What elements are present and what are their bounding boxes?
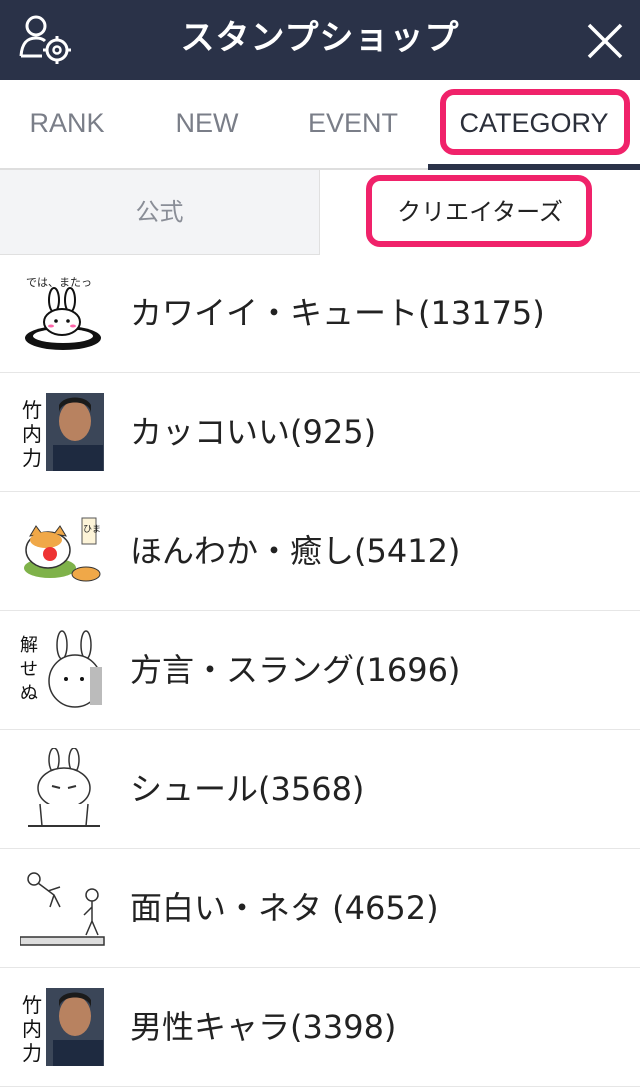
thumb-text-char-2: 内 bbox=[22, 1017, 42, 1041]
category-label: カワイイ・キュート(13175) bbox=[130, 294, 545, 332]
cats-sticker-icon: ひま bbox=[24, 517, 101, 582]
category-label: 男性キャラ(3398) bbox=[130, 1008, 397, 1046]
thumb-text: ひま bbox=[83, 524, 101, 535]
category-row-healing[interactable]: ひま ほんわか・癒し(5412) bbox=[0, 492, 640, 611]
thumb-text-char-3: 力 bbox=[22, 1041, 42, 1065]
close-icon[interactable] bbox=[586, 22, 624, 60]
thumb-text-char-1: 竹 bbox=[22, 398, 42, 422]
tab-rank[interactable]: RANK bbox=[0, 80, 134, 168]
highlight-frame-creators bbox=[366, 175, 592, 247]
thumb-text-char-1: 解 bbox=[20, 635, 38, 656]
man-photo-sticker-icon: 竹 内 力 bbox=[22, 988, 104, 1066]
page-title: スタンプショップ bbox=[180, 18, 460, 58]
thumb-text-char-1: 竹 bbox=[22, 993, 42, 1017]
thumb-text-char-3: 力 bbox=[22, 446, 42, 470]
thumb-text: では、またっ bbox=[26, 276, 92, 289]
rabbit-dialect-sticker-icon: 解 せ ぬ bbox=[20, 630, 102, 708]
surreal-rabbit-sticker-icon bbox=[28, 748, 100, 827]
thumb-text-char-2: せ bbox=[20, 659, 38, 680]
category-row-cute[interactable]: では、またっ カワイイ・キュート(13175) bbox=[0, 254, 640, 373]
stick-figures-sticker-icon bbox=[20, 872, 105, 946]
app-header: スタンプショップ bbox=[0, 0, 640, 80]
category-label: 面白い・ネタ (4652) bbox=[130, 889, 439, 927]
tab-event[interactable]: EVENT bbox=[280, 80, 426, 168]
category-label: ほんわか・癒し(5412) bbox=[130, 532, 461, 570]
subtab-official[interactable]: 公式 bbox=[0, 170, 320, 255]
thumb-text-char-2: 内 bbox=[22, 422, 42, 446]
category-list: では、またっ カワイイ・キュート(13175) 竹 内 力 カッコいい(925) bbox=[0, 254, 640, 1087]
category-row-dialect[interactable]: 解 せ ぬ 方言・スラング(1696) bbox=[0, 611, 640, 730]
category-row-cool[interactable]: 竹 内 力 カッコいい(925) bbox=[0, 373, 640, 492]
thumb-text-char-3: ぬ bbox=[20, 683, 38, 704]
man-photo-sticker-icon: 竹 内 力 bbox=[22, 393, 104, 471]
category-label: 方言・スラング(1696) bbox=[130, 651, 461, 689]
bunny-sticker-icon: では、またっ bbox=[25, 276, 101, 350]
category-row-funny[interactable]: 面白い・ネタ (4652) bbox=[0, 849, 640, 968]
category-row-male-characters[interactable]: 竹 内 力 男性キャラ(3398) bbox=[0, 968, 640, 1087]
highlight-frame-category bbox=[440, 89, 630, 155]
category-label: カッコいい(925) bbox=[130, 413, 377, 451]
tab-new[interactable]: NEW bbox=[134, 80, 280, 168]
category-row-surreal[interactable]: シュール(3568) bbox=[0, 730, 640, 849]
category-label: シュール(3568) bbox=[130, 770, 365, 808]
